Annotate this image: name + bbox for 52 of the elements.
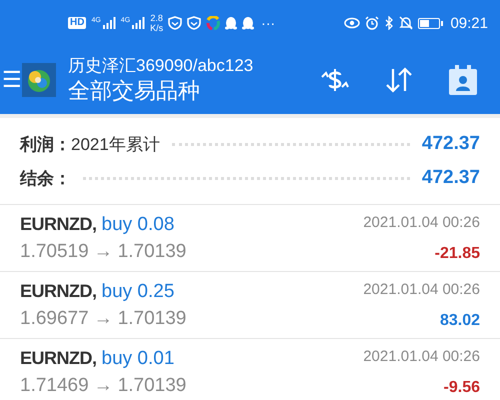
clock-time: 09:21 xyxy=(450,14,488,32)
profit-value: 83.02 xyxy=(440,312,480,330)
deal-time: 2021.01.04 00:26 xyxy=(363,348,480,365)
summary-label: 利润： xyxy=(20,134,71,156)
period-text: 2021年累计 xyxy=(71,134,160,156)
summary-label: 结余： xyxy=(20,168,71,190)
eye-icon xyxy=(344,17,360,29)
trade-side-text: buy 0.08 xyxy=(102,214,174,236)
close-price: 1.70139 xyxy=(118,375,186,397)
trade-side-text: buy 0.25 xyxy=(102,281,174,303)
sort-arrows-icon[interactable] xyxy=(384,65,414,95)
contact-card-icon[interactable] xyxy=(448,64,478,96)
shield-icon xyxy=(168,16,182,30)
muted-bell-icon xyxy=(399,16,414,30)
close-price: 1.70139 xyxy=(118,308,186,330)
open-price: 1.69677 xyxy=(20,308,89,330)
speed-text: 2.8 xyxy=(150,13,163,23)
open-price: 1.71469 xyxy=(20,375,89,397)
penguin-icon xyxy=(242,16,254,30)
profit-value: -21.85 xyxy=(434,245,480,263)
arrow-text: → xyxy=(94,241,113,263)
shield-icon xyxy=(187,16,202,30)
deal-time: 2021.01.04 00:26 xyxy=(363,281,480,298)
open-price: 1.70519 xyxy=(20,241,89,263)
deal-row[interactable]: EURNZD, buy 0.25 1.69677 → 1.70139 2021.01.04 00:26 83.02 xyxy=(0,272,500,339)
close-price: 1.70139 xyxy=(118,241,186,263)
trade-side-text: buy 0.01 xyxy=(102,348,174,370)
deal-time: 2021.01.04 00:26 xyxy=(363,214,480,231)
penguin-icon xyxy=(225,16,238,30)
menu-button[interactable]: ☰ xyxy=(0,67,20,93)
app-logo-icon xyxy=(22,63,56,97)
summary-value: 472.37 xyxy=(422,133,480,155)
battery-icon xyxy=(418,18,440,28)
screen-title: 全部交易品种 xyxy=(68,77,201,105)
symbol-text: EURNZD, xyxy=(20,214,96,235)
alarm-icon xyxy=(365,16,380,30)
deal-row[interactable]: EURNZD, buy 0.08 1.70519 → 1.70139 2021.01.04 00:26 -21.85 xyxy=(0,205,500,272)
speed-text: K/s xyxy=(150,23,164,33)
hd-badge: HD xyxy=(68,17,86,29)
deal-row[interactable]: EURNZD, buy 0.01 1.71469 → 1.70139 2021.01.04 00:26 -9.56 xyxy=(0,339,500,400)
arrow-text: → xyxy=(94,375,113,397)
bluetooth-icon xyxy=(384,16,394,30)
signal-icon xyxy=(102,17,116,29)
profit-value: -9.56 xyxy=(444,379,480,397)
app-icon xyxy=(206,16,220,30)
arrow-text: → xyxy=(94,308,113,330)
summary-value: 472.37 xyxy=(422,167,480,189)
account-name: 历史泽汇369090/abc123 xyxy=(68,55,254,77)
symbol-text: EURNZD, xyxy=(20,281,96,302)
signal-icon xyxy=(131,17,146,29)
more-text: ··· xyxy=(261,16,276,30)
symbol-text: EURNZD, xyxy=(20,348,96,369)
